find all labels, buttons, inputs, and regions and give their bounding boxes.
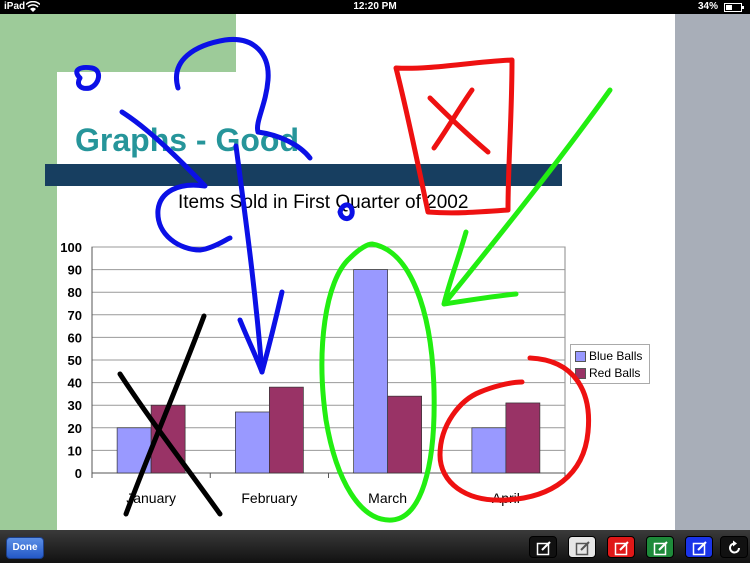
x-tick-label: January (126, 490, 176, 506)
y-tick-label: 60 (68, 330, 82, 345)
bottom-toolbar: Done (0, 530, 750, 563)
undo-icon (729, 540, 740, 554)
y-tick-label: 30 (68, 398, 82, 413)
legend-swatch-red (575, 367, 586, 379)
bar-blue-balls-february (235, 411, 270, 474)
undo-button[interactable] (720, 536, 748, 558)
x-tick-label: April (492, 490, 520, 506)
pen-green-button[interactable] (646, 536, 674, 558)
battery-icon (724, 3, 744, 12)
y-tick-label: 10 (68, 443, 82, 458)
bar-red-balls-march (387, 395, 422, 474)
status-bar: iPad 12:20 PM 34% (0, 0, 750, 14)
bar-red-balls-april (505, 402, 541, 474)
pen-black-button[interactable] (529, 536, 557, 558)
edit-icon (536, 541, 551, 556)
clock: 12:20 PM (353, 1, 397, 12)
bar-blue-balls-march (353, 269, 388, 474)
x-tick-label: March (368, 490, 407, 506)
pen-white-button[interactable] (568, 536, 596, 558)
battery-percent: 34% (697, 1, 718, 12)
bar-red-balls-january (150, 404, 186, 474)
y-tick-label: 50 (68, 353, 82, 368)
y-tick-label: 80 (68, 285, 82, 300)
bar-blue-balls-april (471, 427, 507, 474)
y-tick-label: 20 (68, 421, 82, 436)
y-tick-label: 40 (68, 376, 82, 391)
chart-legend: Blue Balls Red Balls (570, 344, 650, 384)
bar-blue-balls-january (116, 427, 152, 474)
edit-icon (692, 541, 707, 556)
legend-item-red: Red Balls (575, 366, 640, 380)
edit-icon (575, 541, 590, 556)
pen-blue-button[interactable] (685, 536, 713, 558)
y-tick-label: 100 (60, 240, 82, 255)
bar-red-balls-february (269, 386, 304, 474)
bar-chart: 0 10 20 30 40 50 60 70 80 90 100 January February Mar… (60, 240, 566, 506)
y-tick-label: 90 (68, 263, 82, 278)
y-tick-label: 70 (68, 308, 82, 323)
x-tick-label: February (241, 490, 297, 506)
legend-item-blue: Blue Balls (575, 349, 642, 363)
legend-label-red: Red Balls (589, 366, 641, 380)
edit-icon (653, 541, 668, 556)
drawing-canvas[interactable]: Graphs - Good Items Sold in First Quarte… (0, 14, 750, 530)
legend-swatch-blue (575, 350, 586, 362)
done-button[interactable]: Done (6, 537, 44, 559)
y-tick-label: 0 (75, 466, 82, 481)
legend-label-blue: Blue Balls (589, 349, 643, 363)
edit-icon (614, 541, 629, 556)
pen-red-button[interactable] (607, 536, 635, 558)
